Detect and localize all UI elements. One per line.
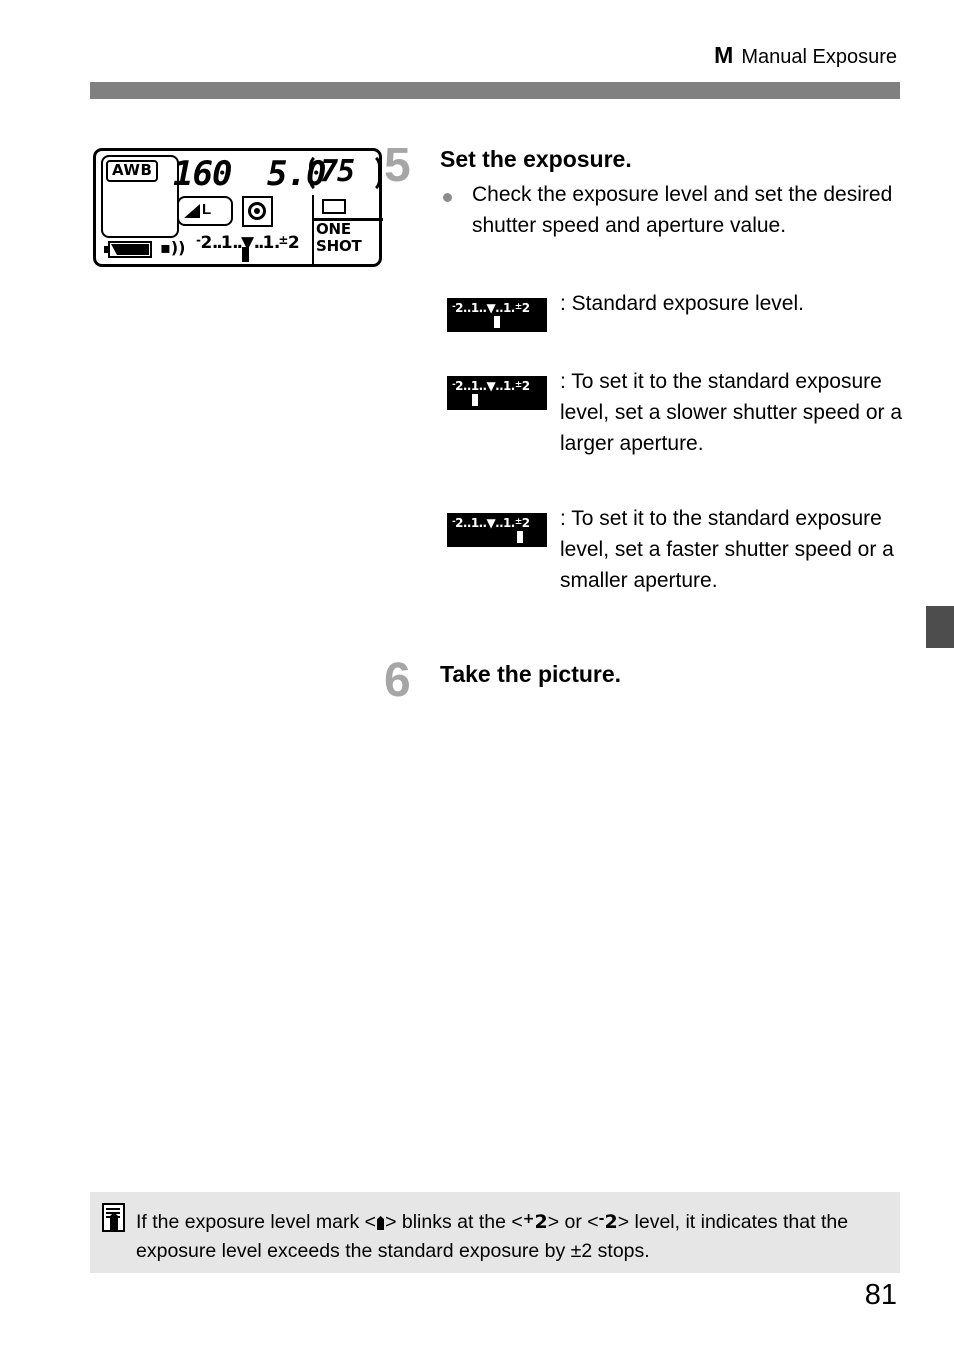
chip-exposure-mark	[472, 394, 478, 406]
chip-left-two: 2	[455, 379, 463, 393]
chip-plusminus-sign: ±	[514, 517, 523, 527]
exposure-level-mark-icon	[377, 1216, 385, 1230]
chip-right-two: 2	[521, 379, 530, 393]
note-text-part-2: > blinks at the <	[385, 1211, 523, 1233]
exposure-chip-standard-label: : Standard exposure level.	[560, 292, 804, 315]
note-level-plus: +2	[523, 1211, 548, 1233]
chip-right-one: 1	[503, 379, 511, 393]
lcd-panel-illustration: AWB ▪)) 160 5.0 75 L ONE SHOT -2..1..▼..…	[93, 148, 383, 267]
chip-left-two: 2	[455, 301, 463, 315]
note-level-minus-value: 2	[604, 1211, 618, 1233]
chip-left-one: 1	[470, 516, 479, 530]
exposure-chip-over-label: : To set it to the standard exposure lev…	[560, 507, 894, 592]
chip-dots-a: ..	[462, 301, 472, 315]
step-6-heading: Take the picture.	[440, 661, 622, 687]
chip-dots-c: ..	[495, 301, 504, 315]
chapter-edge-tab	[926, 606, 954, 648]
chip-exposure-mark	[517, 531, 523, 543]
battery-icon	[104, 241, 154, 258]
header-mode-letter: M	[714, 42, 734, 68]
scale-dots-a: ..	[211, 233, 223, 253]
header-divider-bar	[90, 82, 900, 99]
step-6-number: 6	[384, 654, 411, 707]
exposure-chip-under: -2..1..▼..1.±2	[447, 376, 547, 410]
chip-dots-a: ..	[462, 516, 472, 530]
chip-left-two: 2	[455, 516, 463, 530]
chip-right-one: 1	[503, 516, 511, 530]
beep-icon: ▪))	[160, 238, 186, 257]
image-quality-icon: L	[177, 196, 233, 226]
note-text-part-1: If the exposure level mark <	[136, 1211, 377, 1233]
chip-scale-text: -2..1..▼..1.±2	[452, 378, 530, 393]
metering-mode-icon	[242, 196, 273, 227]
page-number: 81	[864, 1279, 897, 1311]
chip-dots-a: ..	[462, 379, 472, 393]
scale-plusminus-sign: ±	[278, 233, 288, 247]
note-memo-icon	[102, 1203, 126, 1233]
exposure-level-mark	[242, 247, 249, 262]
note-text: If the exposure level mark < > blinks at …	[136, 1205, 886, 1266]
chip-center-marker: ▼	[486, 516, 496, 530]
chip-plusminus-sign: ±	[514, 380, 523, 390]
page-header: M Manual Exposure	[714, 42, 897, 69]
step-5-bullet-text: Check the exposure level and set the des…	[472, 183, 893, 237]
chip-exposure-mark	[494, 316, 500, 328]
scale-right-two: 2	[287, 233, 300, 253]
chip-left-one: 1	[470, 379, 479, 393]
chip-scale-text: -2..1..▼..1.±2	[452, 515, 530, 530]
chip-right-one: 1	[503, 301, 511, 315]
scale-dots-b: ..	[232, 233, 243, 253]
chip-right-two: 2	[521, 301, 530, 315]
note-text-part-3: > or <	[547, 1211, 599, 1233]
note-level-plus-value: 2	[534, 1211, 548, 1233]
scale-right-one: 1	[262, 233, 275, 253]
exposure-chip-standard: -2..1..▼..1.±2	[447, 298, 547, 332]
af-mode-label: ONE SHOT	[316, 220, 362, 255]
note-level-plus-sign: +	[522, 1211, 535, 1227]
image-quality-letter: L	[202, 201, 212, 218]
note-callout-box: If the exposure level mark < > blinks at …	[90, 1192, 900, 1273]
chip-dots-c: ..	[495, 516, 504, 530]
chip-center-marker: ▼	[486, 379, 496, 393]
scale-left-two: 2	[200, 233, 212, 253]
step-5-heading: Set the exposure.	[440, 146, 632, 172]
exposure-chip-over: -2..1..▼..1.±2	[447, 513, 547, 547]
step-5-number: 5	[384, 139, 411, 192]
bullet-icon	[443, 193, 452, 202]
page-title: Manual Exposure	[741, 46, 897, 68]
lcd-shots-remaining: 75	[320, 154, 355, 189]
chip-plusminus-sign: ±	[514, 302, 523, 312]
note-level-minus: -2	[599, 1211, 618, 1233]
scale-left-one: 1	[220, 233, 233, 253]
chip-center-marker: ▼	[486, 301, 496, 315]
white-balance-icon: AWB	[106, 160, 159, 182]
lcd-shutter-speed: 160	[173, 154, 232, 194]
drive-mode-icon	[322, 199, 346, 214]
chip-scale-text: -2..1..▼..1.±2	[452, 300, 530, 315]
exposure-chip-under-label: : To set it to the standard exposure lev…	[560, 370, 903, 455]
chip-right-two: 2	[521, 516, 530, 530]
chip-dots-c: ..	[495, 379, 504, 393]
chip-left-one: 1	[470, 301, 479, 315]
scale-dots-c: ..	[253, 233, 265, 253]
